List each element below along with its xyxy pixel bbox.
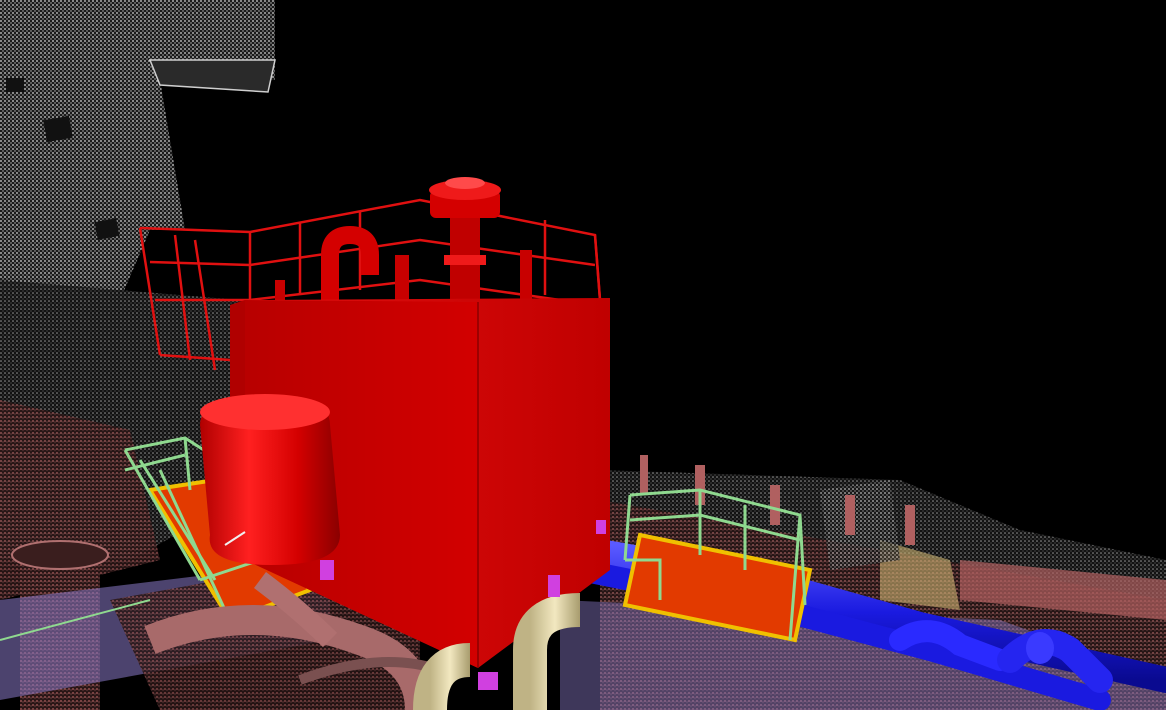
scene-canvas[interactable]	[0, 0, 1166, 710]
3d-viewport[interactable]	[0, 0, 1166, 710]
scan-superstructure	[0, 0, 276, 300]
vent-head	[429, 177, 501, 305]
red-cylinder-vessel	[200, 394, 340, 565]
gooseneck-vent	[321, 225, 379, 300]
